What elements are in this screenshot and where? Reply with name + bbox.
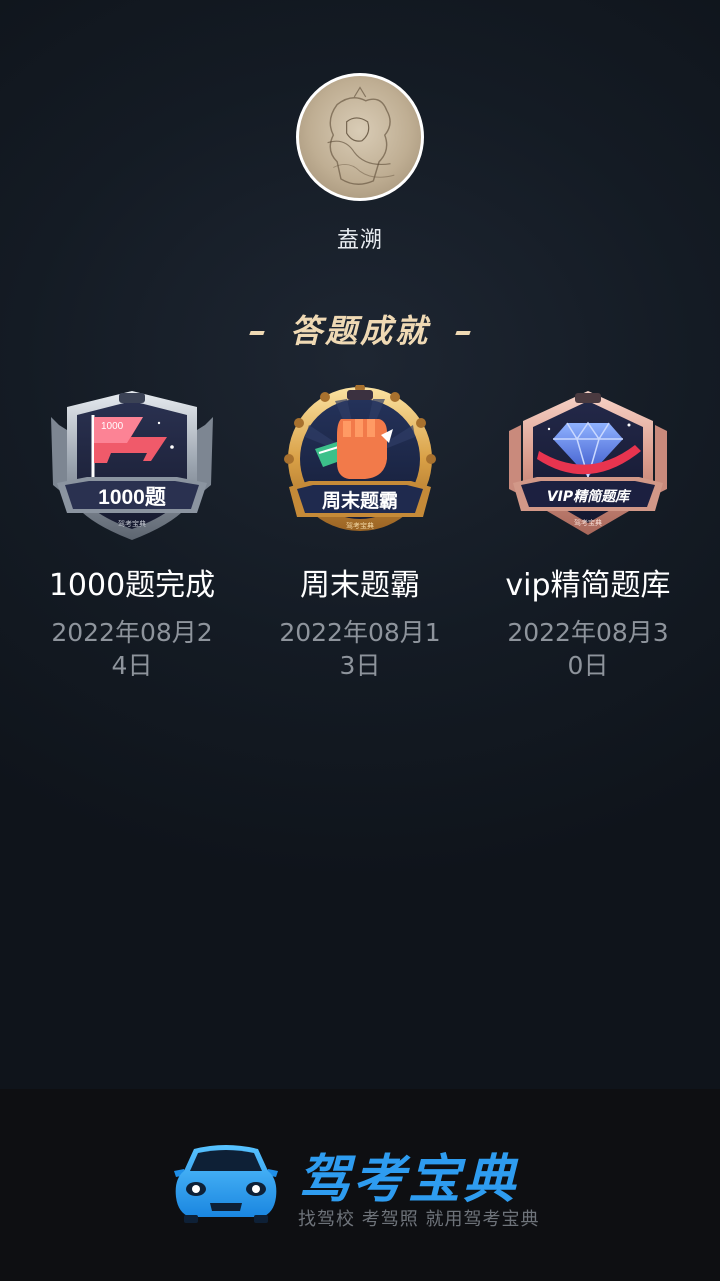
brand-name: 驾考宝典 <box>298 1150 519 1210</box>
section-title-text: 答题成就 <box>289 312 430 350</box>
badge-item[interactable]: 1000 1000题 驾考宝典 1000题完成 2022年08月24日 <box>18 385 246 682</box>
title-dash-right <box>455 331 471 335</box>
section-title-achievements: 答题成就 <box>0 306 720 352</box>
badge-flag-label: 1000 <box>101 421 124 432</box>
username: 盍溯 <box>336 228 383 253</box>
flag-shield-badge-icon: 1000 1000题 驾考宝典 <box>51 391 213 540</box>
diamond-rose-badge-icon: VIP精简题库 驾考宝典 <box>509 391 667 535</box>
badge-name: 周末题霸 <box>300 568 420 603</box>
badge-name: 1000题完成 <box>48 568 216 603</box>
brand-slogan: 找驾校 考驾照 就用驾考宝典 <box>298 1209 540 1230</box>
badge-item[interactable]: 周末题霸 驾考宝典 周末题霸 2022年08月13日 <box>246 385 474 682</box>
badge-art-label: VIP精简题库 <box>547 488 632 505</box>
badge-list: 1000 1000题 驾考宝典 1000题完成 2022年08月24日 周末题霸… <box>18 385 702 682</box>
badge-date: 2022年08月30日 <box>507 618 669 680</box>
blue-car-logo-icon <box>174 1145 278 1223</box>
badge-brand-small: 驾考宝典 <box>574 518 602 527</box>
footer-brand-bar: 驾考宝典 找驾校 考驾照 就用驾考宝典 <box>0 1089 720 1281</box>
title-dash-left <box>249 331 265 335</box>
badge-brand-small: 驾考宝典 <box>346 521 374 530</box>
badge-date: 2022年08月24日 <box>51 618 213 680</box>
user-avatar[interactable] <box>296 73 424 201</box>
fist-gold-badge-icon: 周末题霸 驾考宝典 <box>284 385 436 531</box>
badge-art-label: 1000题 <box>98 486 167 509</box>
badge-art-label: 周末题霸 <box>322 489 398 512</box>
badge-brand-small: 驾考宝典 <box>118 519 146 528</box>
badge-item[interactable]: VIP精简题库 驾考宝典 vip精简题库 2022年08月30日 <box>474 385 702 682</box>
badge-name: vip精简题库 <box>505 568 671 603</box>
badge-date: 2022年08月13日 <box>279 618 441 680</box>
avatar-sketch-image <box>327 86 395 185</box>
